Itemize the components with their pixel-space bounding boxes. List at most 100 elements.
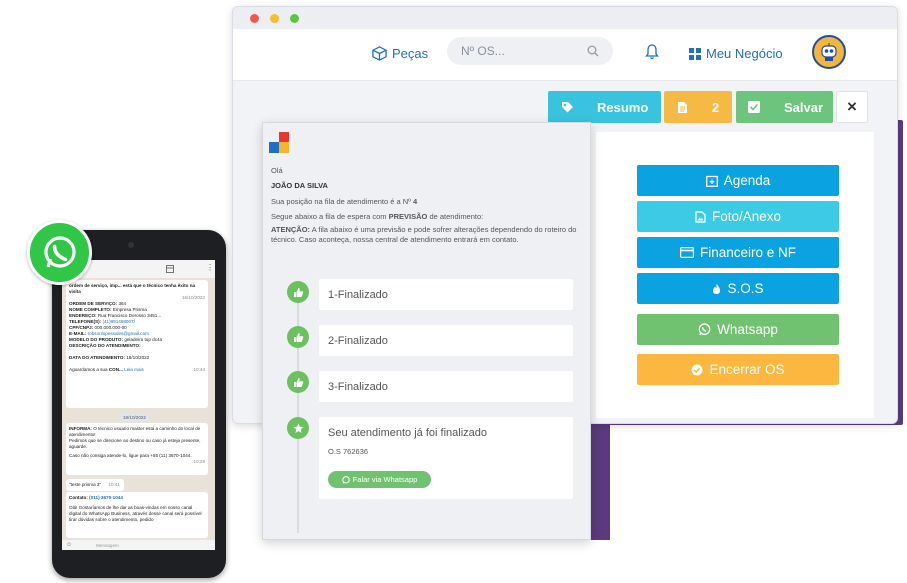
modelo-value: geladeira top dc4a	[124, 337, 163, 342]
thumbs-up-icon	[293, 332, 303, 342]
msg2-time: 10:28	[193, 459, 206, 464]
grid-icon	[689, 47, 701, 60]
step-1: 1-Finalizado	[319, 279, 573, 310]
queue-status-panel: Olá JOÃO DA SILVA Sua posição na fila de…	[262, 122, 591, 540]
step-3: 3-Finalizado	[319, 371, 573, 402]
sos-button[interactable]: S.O.S	[637, 273, 839, 304]
data-value: 18/10/2022	[126, 355, 150, 360]
top-navbar: Peças Nº OS... Meu Negócio	[233, 29, 897, 81]
final-status-icon	[287, 417, 309, 439]
image-file-icon	[695, 210, 706, 223]
step-3-label: 3-Finalizado	[328, 380, 388, 393]
msg2-head: INFORMA:	[69, 426, 92, 431]
whatsapp-label: Whatsapp	[717, 322, 778, 337]
sos-label: S.O.S	[727, 281, 764, 296]
box-icon	[372, 46, 387, 61]
technician-message: INFORMA: O técnico usuario master está a…	[66, 423, 208, 475]
thumbs-up-icon	[293, 287, 303, 297]
documents-count: 2	[712, 99, 720, 115]
telefone-value[interactable]: (41)991458007/	[102, 319, 134, 324]
quoted-message: "teste prisma 3" 10:41	[66, 479, 124, 491]
os-search-input[interactable]: Nº OS...	[447, 37, 613, 65]
greeting: Olá	[271, 166, 283, 175]
search-placeholder: Nº OS...	[461, 44, 505, 58]
minimize-window-button[interactable]	[270, 14, 279, 23]
check-square-icon	[748, 101, 760, 113]
emoji-icon[interactable]: ☺	[66, 542, 72, 548]
contato-value[interactable]: (011) 3670-1044	[89, 495, 123, 500]
fire-icon	[713, 283, 721, 294]
documents-count-button[interactable]: 2	[664, 91, 732, 123]
bell-icon	[645, 44, 659, 60]
encerrar-os-button[interactable]: Encerrar OS	[637, 354, 839, 385]
message-input-bar: ☺ Mensagem	[62, 540, 215, 550]
msg1-time: 10:44	[193, 367, 206, 372]
whatsapp-button[interactable]: Whatsapp	[637, 314, 839, 345]
thumbs-up-icon	[293, 377, 303, 387]
endereco-value: Rua Francisco Derosso 3451...	[97, 313, 162, 318]
salvar-button[interactable]: Salvar	[736, 91, 833, 123]
msg3-time: 10:41	[108, 482, 120, 487]
whatsapp-chat-screen: ⋮ ordem de serviço, imp... está que o té…	[62, 260, 215, 550]
timeline-line	[297, 283, 299, 533]
more-options-icon[interactable]: ⋮	[206, 263, 214, 272]
credit-card-icon	[679, 247, 694, 258]
queue-intro-c: de atendimento:	[429, 212, 484, 221]
maximize-window-button[interactable]	[290, 14, 299, 23]
welcome-message: Contato: (011) 3670-1044 Olá! Gostaríamo…	[66, 492, 208, 538]
whatsapp-icon	[698, 323, 711, 336]
queue-intro-b: PREVISÃO	[388, 212, 428, 221]
phone-mockup: ⋮ ordem de serviço, imp... está que o té…	[52, 230, 226, 578]
email-label: E-MAIL:	[69, 331, 87, 336]
queue-position: Sua posição na fila de atendimento é a N…	[271, 197, 417, 207]
resumo-label: Resumo	[597, 99, 649, 115]
star-icon	[293, 423, 303, 433]
whatsapp-icon	[43, 235, 76, 268]
warning-text: A fila abaixo é uma previsão e pode sofr…	[271, 225, 577, 244]
nome-label: NOME COMPLETO:	[69, 307, 112, 312]
agenda-label: Agenda	[723, 173, 771, 188]
falar-whatsapp-label: Falar via Whatsapp	[352, 475, 418, 484]
store-icon	[166, 265, 174, 273]
data-label: DATA DO ATENDIMENTO:	[69, 355, 125, 360]
modelo-label: MODELO DO PRODUTO:	[69, 337, 124, 342]
os-label: ORDEM DE SERVIÇO:	[69, 301, 118, 306]
cpf-value: 000.000.000-00	[94, 325, 127, 330]
final-title: Seu atendimento já foi finalizado	[328, 427, 487, 439]
msg2-more: Pedimos que se direcione ao destino ou c…	[69, 438, 201, 449]
foto-anexo-button[interactable]: Foto/Anexo	[637, 201, 839, 232]
message-input[interactable]: Mensagem	[96, 543, 119, 548]
financeiro-button[interactable]: Financeiro e NF	[637, 237, 839, 268]
step-1-status-icon	[287, 281, 309, 303]
msg2-phone: Caso não consiga atende-lo, ligue para +…	[69, 453, 192, 458]
endereco-label: ENDEREÇO:	[69, 313, 97, 318]
close-window-button[interactable]	[250, 14, 259, 23]
resumo-button[interactable]: Resumo	[548, 91, 661, 123]
title-bar	[233, 7, 897, 29]
leia-mais-link[interactable]: Leia mais	[124, 367, 144, 372]
tag-icon	[562, 101, 573, 112]
company-logo	[269, 132, 289, 153]
user-avatar[interactable]	[812, 35, 846, 69]
step-3-status-icon	[287, 371, 309, 393]
cpf-label: CPF/CNPJ:	[69, 325, 94, 330]
nav-pecas[interactable]: Peças	[372, 46, 428, 61]
document-icon	[678, 101, 687, 113]
queue-intro-a: Segue abaixo a fila de espera com	[271, 212, 387, 221]
email-value[interactable]: robsonlopessales@gmail.com	[88, 331, 149, 336]
agenda-button[interactable]: Agenda	[637, 165, 839, 196]
close-button[interactable]: ×	[836, 91, 868, 123]
nav-meu-negocio-label: Meu Negócio	[706, 46, 783, 61]
close-icon: ×	[847, 97, 857, 116]
queue-position-text: Sua posição na fila de atendimento é a N…	[271, 197, 411, 206]
queue-position-number: 4	[413, 197, 418, 206]
robot-icon	[821, 43, 837, 61]
search-icon[interactable]	[587, 45, 599, 57]
notifications-button[interactable]	[645, 44, 659, 60]
falar-whatsapp-button[interactable]: Falar via Whatsapp	[328, 471, 431, 488]
queue-intro: Segue abaixo a fila de espera com PREVIS…	[271, 212, 483, 222]
customer-name: JOÃO DA SILVA	[271, 181, 328, 190]
msg4-text: Olá! Gostaríamos de lhe dar as boas-vind…	[69, 505, 202, 522]
phone-camera	[128, 242, 134, 248]
nav-meu-negocio[interactable]: Meu Negócio	[689, 46, 783, 61]
